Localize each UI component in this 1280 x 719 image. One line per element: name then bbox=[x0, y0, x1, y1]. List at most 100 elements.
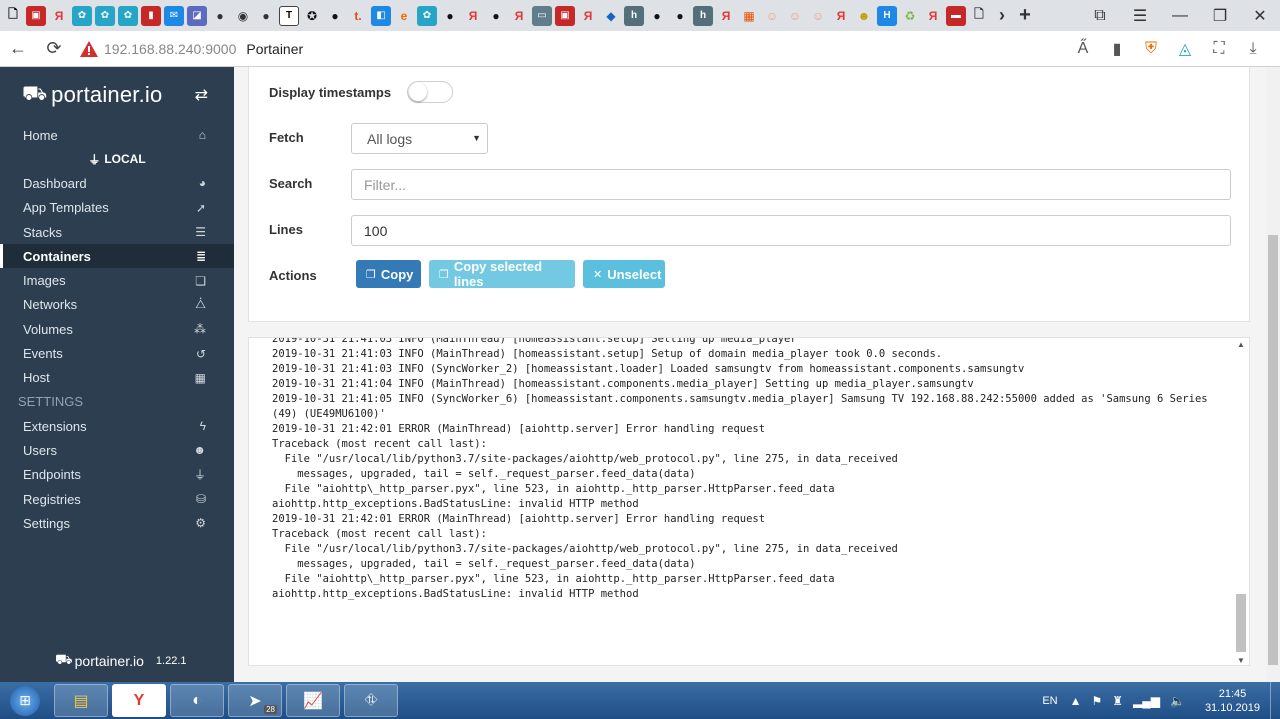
tray-app-icon[interactable]: ♜ bbox=[1112, 694, 1123, 708]
app-task-icon[interactable]: ◐ bbox=[170, 684, 224, 717]
extension-icon[interactable]: ⛶ bbox=[1202, 40, 1236, 58]
github-tab-icon[interactable]: ● bbox=[647, 6, 667, 26]
yandex-tab-icon[interactable]: Я bbox=[463, 6, 483, 26]
sidebar-item-containers[interactable]: Containers ≣ bbox=[0, 244, 234, 269]
restore-icon[interactable]: ❐ bbox=[1200, 6, 1240, 26]
github-tab-icon[interactable]: ● bbox=[486, 6, 506, 26]
page-scroll-thumb[interactable] bbox=[1268, 235, 1278, 665]
search-input[interactable]: Filter... bbox=[351, 169, 1231, 200]
collections-icon[interactable]: ⧉ bbox=[1080, 7, 1120, 25]
network-app-task-icon[interactable]: ⛗ bbox=[344, 684, 398, 717]
show-desktop-button[interactable] bbox=[1270, 682, 1280, 719]
url-host[interactable]: 192.168.88.240:9000 bbox=[104, 41, 236, 57]
log-line[interactable]: 2019-10-31 21:41:03 INFO (SyncWorker_2) … bbox=[272, 362, 1222, 377]
extension-icon[interactable]: ◬ bbox=[1168, 39, 1202, 59]
sidebar-item-images[interactable]: Images ❏ bbox=[0, 268, 234, 292]
active-tab-icon[interactable]: ▮ bbox=[141, 5, 161, 26]
copy-selected-lines-button[interactable]: ❐ Copy selected lines bbox=[429, 259, 575, 289]
start-button[interactable]: ⊞ bbox=[0, 682, 50, 719]
telegram-task-icon[interactable]: ➤ 28 bbox=[228, 684, 282, 717]
log-line[interactable]: 2019-10-31 21:41:03 INFO (MainThread) [h… bbox=[272, 338, 1222, 347]
tray-expand-icon[interactable]: ▲ bbox=[1070, 694, 1082, 708]
tab-favicon-icon[interactable]: ✿ bbox=[95, 5, 115, 26]
sidebar-item-settings[interactable]: Settings ⚙ bbox=[0, 511, 234, 535]
tab-favicon-icon[interactable]: ▣ bbox=[26, 5, 46, 26]
tab-favicon-icon[interactable]: ✪ bbox=[302, 6, 322, 26]
explorer-task-icon[interactable]: ▤ bbox=[54, 684, 108, 717]
page-scrollbar[interactable] bbox=[1266, 67, 1280, 682]
github-tab-icon[interactable]: ● bbox=[325, 6, 345, 26]
scroll-thumb[interactable] bbox=[1236, 594, 1246, 652]
log-line[interactable]: messages, upgraded, tail = self._request… bbox=[272, 557, 1222, 572]
log-line[interactable]: Traceback (most recent call last): bbox=[272, 437, 1222, 452]
log-line[interactable]: File "/usr/local/lib/python3.7/site-pack… bbox=[272, 452, 1222, 467]
log-line[interactable]: 2019-10-31 21:42:01 ERROR (MainThread) [… bbox=[272, 422, 1222, 437]
github-tab-icon[interactable]: ● bbox=[256, 6, 276, 26]
scroll-up-icon[interactable]: ▲ bbox=[1237, 340, 1245, 349]
tab-favicon-icon[interactable]: ◆ bbox=[601, 6, 621, 26]
log-lines[interactable]: 2019-10-31 21:41:03 INFO (MainThread) [h… bbox=[272, 338, 1222, 602]
log-line[interactable]: Traceback (most recent call last): bbox=[272, 527, 1222, 542]
tab-favicon-icon[interactable]: ☺ bbox=[785, 6, 805, 26]
chart-app-task-icon[interactable]: 📈 bbox=[286, 684, 340, 717]
sidebar-item-registries[interactable]: Registries ⛁ bbox=[0, 487, 234, 511]
back-icon[interactable]: ← bbox=[0, 38, 36, 59]
tab-favicon-icon[interactable]: ◉ bbox=[233, 6, 253, 26]
volume-icon[interactable]: 🔈 bbox=[1170, 694, 1185, 708]
sidebar-item-host[interactable]: Host ▦ bbox=[0, 366, 234, 390]
tab-favicon-icon[interactable]: ☻ bbox=[854, 6, 874, 26]
yandex-tab-icon[interactable]: Я bbox=[578, 6, 598, 26]
sidebar-item-extensions[interactable]: Extensions ϟ bbox=[0, 414, 234, 438]
lines-input[interactable]: 100 bbox=[351, 215, 1231, 246]
yandex-tab-icon[interactable]: Я bbox=[831, 6, 851, 26]
page-icon[interactable]: 🗋 bbox=[3, 6, 23, 26]
log-line[interactable]: 2019-10-31 21:41:04 INFO (MainThread) [h… bbox=[272, 377, 1222, 392]
log-line[interactable]: File "aiohttp\_http_parser.pyx", line 52… bbox=[272, 482, 1222, 497]
tab-favicon-icon[interactable]: ✉ bbox=[164, 5, 184, 26]
action-center-icon[interactable]: ⚑ bbox=[1091, 694, 1102, 708]
tab-favicon-icon[interactable]: ☺ bbox=[762, 6, 782, 26]
log-line[interactable]: aiohttp.http_exceptions.BadStatusLine: i… bbox=[272, 497, 1222, 512]
yandex-tab-icon[interactable]: Я bbox=[923, 6, 943, 26]
minimize-icon[interactable]: — bbox=[1160, 7, 1200, 25]
sidebar-item-events[interactable]: Events ↺ bbox=[0, 341, 234, 365]
log-scrollbar[interactable]: ▲ ▼ bbox=[1235, 340, 1247, 665]
tab-favicon-icon[interactable]: H bbox=[877, 5, 897, 26]
network-signal-icon[interactable]: ▂▄▆ bbox=[1133, 694, 1160, 708]
log-line[interactable]: File "aiohttp\_http_parser.pyx", line 52… bbox=[272, 572, 1222, 587]
page-icon[interactable]: 🗋 bbox=[969, 6, 989, 26]
tab-favicon-icon[interactable]: ✿ bbox=[72, 5, 92, 26]
menu-icon[interactable]: ☰ bbox=[1120, 6, 1160, 26]
tab-favicon-icon[interactable]: h bbox=[624, 5, 644, 26]
tab-favicon-icon[interactable]: t. bbox=[348, 6, 368, 26]
unselect-button[interactable]: ✕ Unselect bbox=[583, 260, 665, 288]
tab-favicon-icon[interactable]: h bbox=[693, 5, 713, 26]
tab-favicon-icon[interactable]: ☺ bbox=[808, 6, 828, 26]
log-line[interactable]: 2019-10-31 21:41:05 INFO (SyncWorker_6) … bbox=[272, 392, 1222, 422]
yandex-tab-icon[interactable]: Я bbox=[509, 6, 529, 26]
bookmark-icon[interactable]: ▮ bbox=[1100, 39, 1134, 59]
tabs-scroll-right-icon[interactable]: › bbox=[992, 5, 1012, 26]
log-line[interactable]: messages, upgraded, tail = self._request… bbox=[272, 467, 1222, 482]
tab-favicon-icon[interactable]: T bbox=[279, 5, 299, 26]
tab-favicon-icon[interactable]: e bbox=[394, 6, 414, 26]
log-line[interactable]: 2019-10-31 21:41:03 INFO (MainThread) [h… bbox=[272, 347, 1222, 362]
sidebar-item-networks[interactable]: Networks ⧊ bbox=[0, 293, 234, 317]
github-tab-icon[interactable]: ● bbox=[440, 6, 460, 26]
translate-icon[interactable]: A̋ bbox=[1066, 40, 1100, 58]
yandex-browser-task-icon[interactable]: Y bbox=[112, 684, 166, 717]
sidebar-item-stacks[interactable]: Stacks ☰ bbox=[0, 220, 234, 244]
tab-favicon-icon[interactable]: ♻ bbox=[900, 6, 920, 26]
tab-favicon-icon[interactable]: ◪ bbox=[187, 5, 207, 26]
timestamps-toggle[interactable] bbox=[407, 81, 453, 103]
copy-button[interactable]: ❐ Copy bbox=[356, 260, 421, 288]
clock[interactable]: 21:45 31.10.2019 bbox=[1205, 687, 1260, 715]
scroll-down-icon[interactable]: ▼ bbox=[1237, 656, 1245, 665]
github-tab-icon[interactable]: ● bbox=[210, 6, 230, 26]
sidebar-item-endpoints[interactable]: Endpoints ⏚ bbox=[0, 463, 234, 487]
tab-favicon-icon[interactable]: ▣ bbox=[555, 5, 575, 26]
sidebar-item-app-templates[interactable]: App Templates ➚ bbox=[0, 196, 234, 220]
tab-favicon-icon[interactable]: ✿ bbox=[417, 5, 437, 26]
tab-favicon-icon[interactable]: ▬ bbox=[946, 5, 966, 26]
log-viewer[interactable]: 2019-10-31 21:41:03 INFO (MainThread) [h… bbox=[248, 337, 1250, 666]
